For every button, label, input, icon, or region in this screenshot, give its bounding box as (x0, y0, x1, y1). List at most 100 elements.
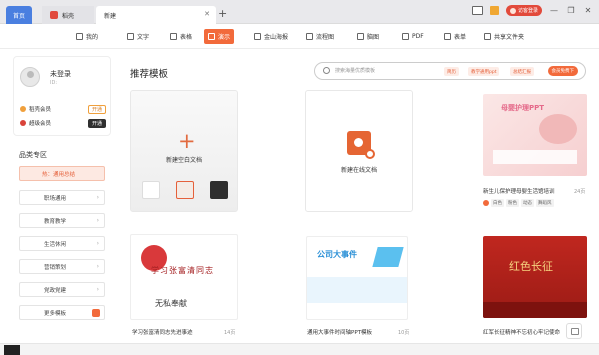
thumb-base (483, 302, 587, 318)
thumb-strip (493, 150, 577, 164)
tab-new-label: 新建 (104, 12, 117, 20)
tool-label: 我的 (86, 34, 99, 41)
thumb-shape (372, 247, 404, 267)
search-chip-teaching[interactable]: 教学通用ppt (468, 67, 500, 76)
tool-presentation[interactable]: 演示 (204, 29, 235, 44)
minimize-icon[interactable]: — (549, 6, 559, 15)
writer-icon (127, 33, 134, 40)
template-title[interactable]: 红军长征精神不忘初心牢记使命 (483, 328, 563, 336)
theme-white-swatch[interactable] (142, 181, 160, 199)
membership-docer: 稻壳会员 开通 (20, 104, 106, 114)
category-party[interactable]: 党政党建 › (19, 282, 105, 297)
tool-label: 文字 (137, 34, 150, 41)
category-label: 党政党建 (44, 287, 67, 294)
category-label: 教育教学 (44, 218, 67, 225)
theme-beige-swatch[interactable] (176, 181, 194, 199)
template-thumbnail[interactable]: 母婴护理PPT (483, 94, 587, 176)
template-search[interactable]: 搜索海量优质模板 简历 教学通用ppt 总结汇报 会员免费下 (314, 62, 586, 80)
chevron-right-icon: › (96, 263, 99, 270)
open-docer-vip-button[interactable]: 开通 (88, 104, 106, 114)
new-blank-document-card[interactable]: + 新建空白文档 (130, 90, 238, 212)
plus-icon: + (178, 129, 196, 153)
tag[interactable]: 粉色 (506, 199, 519, 207)
close-tab-icon[interactable]: ✕ (204, 10, 210, 18)
poster-icon (254, 33, 261, 40)
thumb-band (307, 277, 407, 303)
template-thumbnail[interactable]: 红色长征 (483, 236, 587, 318)
more-badge-icon (92, 308, 100, 317)
template-title[interactable]: 新生儿保护理母婴生活馆培训 (483, 187, 567, 195)
category-life[interactable]: 生活休闲 › (19, 236, 105, 251)
add-badge-icon (365, 149, 375, 159)
window-layout-icon[interactable] (471, 6, 483, 15)
thumb-heading: 学习张富清同志 (151, 266, 214, 275)
tab-docer-label: 稻壳 (62, 12, 75, 20)
category-education[interactable]: 教育教学 › (19, 213, 105, 228)
tool-flowchart[interactable]: 流程图 (302, 29, 338, 44)
tool-label: 演示 (218, 34, 231, 41)
user-name[interactable]: 未登录 (50, 69, 71, 79)
tool-sheet[interactable]: 表格 (166, 29, 196, 44)
login-button[interactable]: 访客登录 (505, 5, 542, 16)
avatar[interactable] (20, 67, 40, 87)
category-hot-summary[interactable]: 热：通用总结 (19, 166, 105, 181)
category-workplace[interactable]: 职场通用 › (19, 190, 105, 205)
docer-vip-icon (20, 106, 26, 112)
maximize-icon[interactable]: ❐ (566, 6, 576, 15)
tool-label: 共享文件夹 (494, 34, 525, 41)
membership-label: 超级会员 (29, 121, 52, 127)
add-tab-button[interactable]: + (218, 7, 227, 20)
chevron-right-icon: › (96, 217, 99, 224)
theme-dark-swatch[interactable] (210, 181, 228, 199)
chevron-right-icon: › (96, 240, 99, 247)
tab-docer[interactable]: 稻壳 (42, 6, 94, 24)
category-label: 职场通用 (44, 195, 67, 202)
chevron-right-icon: › (96, 286, 99, 293)
category-label: 营销策划 (44, 264, 67, 271)
new-online-document-card[interactable]: 新建在线文档 (305, 90, 413, 212)
tool-shared-folder[interactable]: 共享文件夹 (480, 29, 528, 44)
feedback-icon[interactable] (566, 323, 582, 339)
mindmap-icon (357, 33, 364, 40)
search-input[interactable]: 搜索海量优质模板 (335, 67, 375, 74)
tag[interactable]: 舞蹈风 (536, 199, 554, 207)
page-title: 推荐模板 (130, 69, 169, 80)
category-more[interactable]: 更多模板 (19, 305, 105, 320)
tab-new[interactable]: 新建 ✕ (96, 6, 216, 24)
template-title[interactable]: 通用大事件时间轴PPT模板 (307, 328, 393, 336)
tag[interactable]: 白色 (491, 199, 504, 207)
template-thumbnail[interactable]: 学习张富清同志 无私奉献 (130, 234, 238, 320)
tool-label: 流程图 (316, 34, 335, 41)
tool-writer[interactable]: 文字 (123, 29, 153, 44)
search-chip-summary[interactable]: 总结汇报 (510, 67, 534, 76)
template-title[interactable]: 学习张富清同志先进事迹 (132, 328, 222, 336)
category-label: 热：通用总结 (42, 171, 76, 178)
thumb-heading: 公司大事件 (317, 250, 357, 259)
open-super-vip-button[interactable]: 开通 (88, 118, 106, 128)
app-cube-icon[interactable] (489, 6, 499, 15)
category-label: 生活休闲 (44, 241, 67, 248)
close-window-icon[interactable]: ✕ (583, 6, 593, 15)
template-thumbnail[interactable]: 公司大事件 (306, 236, 408, 320)
profile-card: 未登录 ID: 稻壳会员 开通 超级会员 开通 (13, 56, 111, 136)
form-icon (444, 33, 451, 40)
vip-free-button[interactable]: 会员免费下 (547, 66, 578, 76)
tool-form[interactable]: 表单 (440, 29, 470, 44)
avatar-icon (509, 7, 516, 14)
tag[interactable]: 动态 (521, 199, 534, 207)
tool-label: 脑图 (367, 34, 380, 41)
tool-mine[interactable]: 我的 (72, 29, 102, 44)
title-bar: 首页 稻壳 新建 ✕ + 访客登录 — ❐ ✕ (0, 0, 599, 24)
tab-home[interactable]: 首页 (6, 6, 32, 24)
tool-label: 表单 (454, 34, 467, 41)
presentation-icon (208, 33, 215, 40)
tool-label: 金山海报 (264, 34, 289, 41)
search-chip-resume[interactable]: 简历 (444, 67, 459, 76)
tool-poster[interactable]: 金山海报 (250, 29, 292, 44)
sheet-icon (170, 33, 177, 40)
status-block (4, 345, 20, 355)
category-marketing[interactable]: 营销策划 › (19, 259, 105, 274)
titlebar-right: 访客登录 — ❐ ✕ (471, 5, 593, 16)
tool-pdf[interactable]: PDF (398, 29, 428, 44)
tool-mindmap[interactable]: 脑图 (353, 29, 383, 44)
